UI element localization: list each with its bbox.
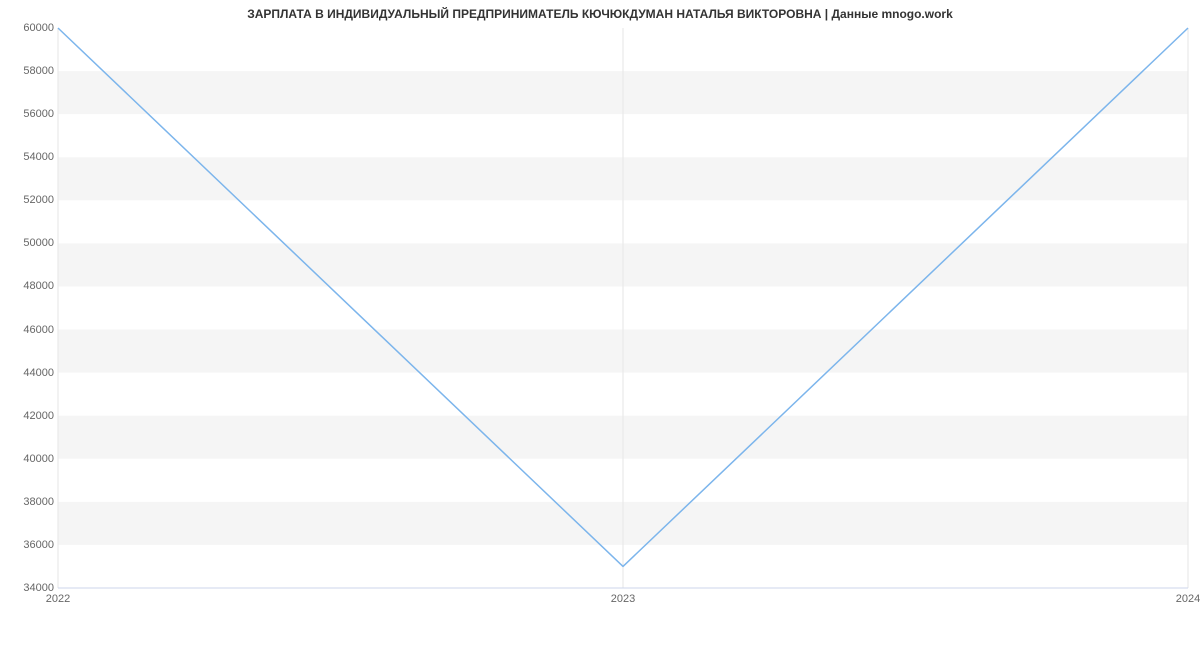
y-tick-label: 50000 — [23, 237, 54, 249]
chart-svg — [58, 28, 1188, 588]
y-tick-label: 40000 — [23, 453, 54, 465]
x-tick-label: 2022 — [46, 593, 70, 605]
chart-container: ЗАРПЛАТА В ИНДИВИДУАЛЬНЫЙ ПРЕДПРИНИМАТЕЛ… — [0, 0, 1200, 650]
y-tick-label: 52000 — [23, 194, 54, 206]
y-tick-label: 46000 — [23, 324, 54, 336]
y-tick-label: 58000 — [23, 65, 54, 77]
y-tick-label: 44000 — [23, 367, 54, 379]
y-tick-label: 60000 — [23, 22, 54, 34]
x-tick-label: 2024 — [1176, 593, 1200, 605]
plot-area — [58, 28, 1188, 588]
chart-title: ЗАРПЛАТА В ИНДИВИДУАЛЬНЫЙ ПРЕДПРИНИМАТЕЛ… — [0, 7, 1200, 21]
y-tick-label: 38000 — [23, 496, 54, 508]
x-tick-label: 2023 — [611, 593, 635, 605]
y-tick-label: 54000 — [23, 151, 54, 163]
y-tick-label: 36000 — [23, 539, 54, 551]
y-tick-label: 42000 — [23, 410, 54, 422]
y-tick-label: 48000 — [23, 280, 54, 292]
y-tick-label: 56000 — [23, 108, 54, 120]
